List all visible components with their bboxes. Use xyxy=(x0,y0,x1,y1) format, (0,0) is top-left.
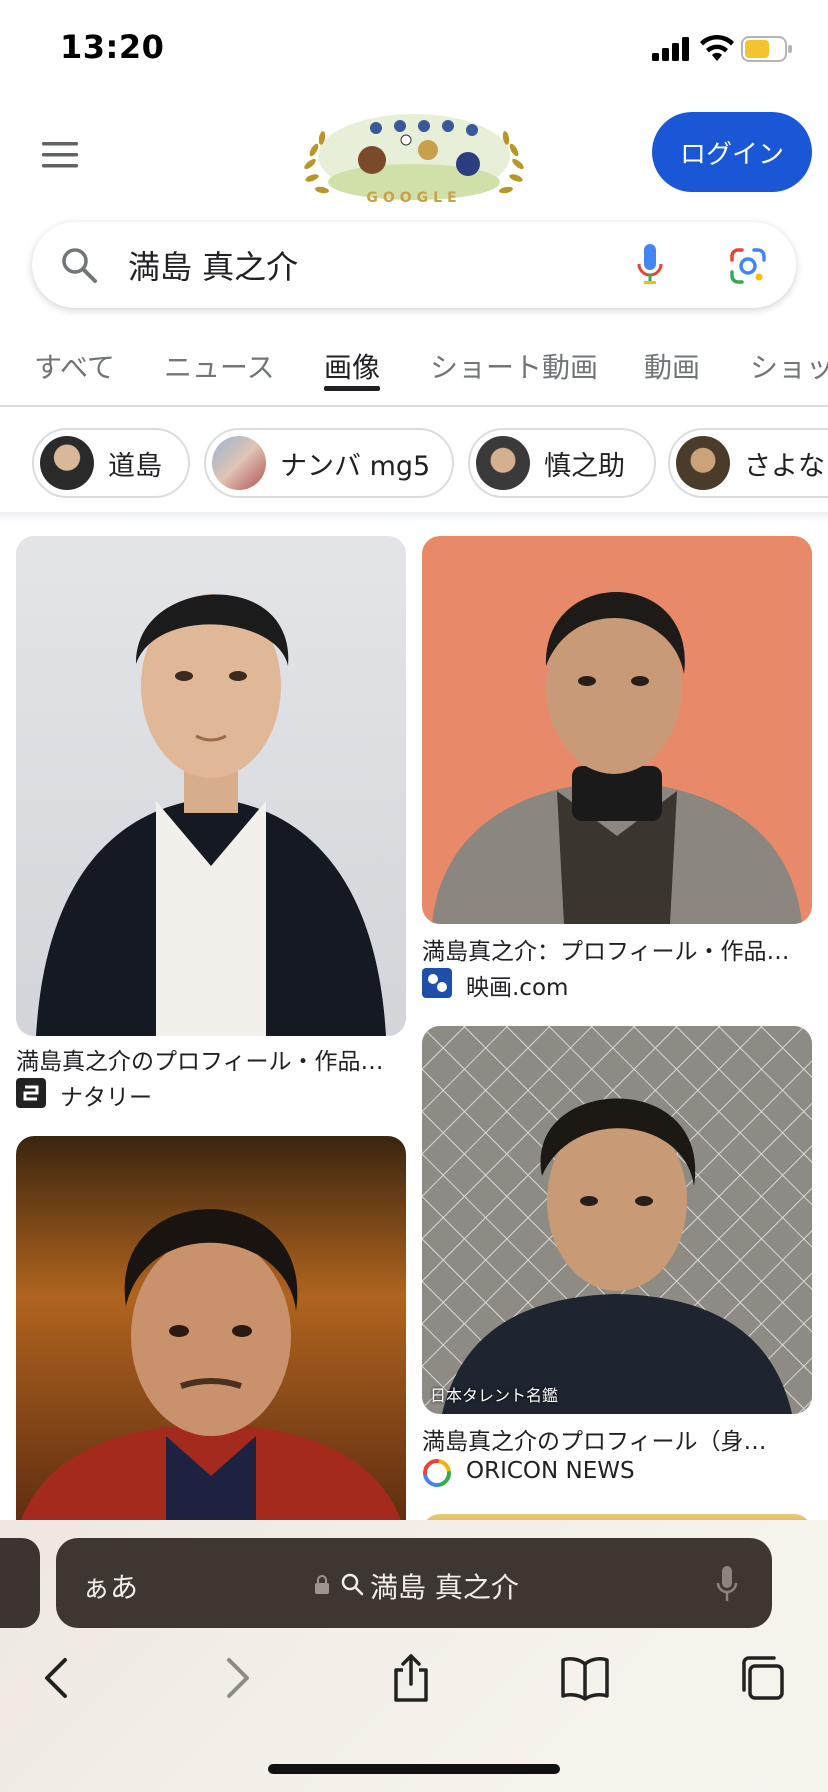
tab-shopping[interactable]: ショッ xyxy=(750,346,828,386)
google-lens-icon[interactable] xyxy=(728,246,768,286)
battery-icon xyxy=(741,36,792,62)
wifi-icon xyxy=(700,34,734,61)
portrait-image xyxy=(16,1209,406,1536)
eiga-com-favicon xyxy=(422,968,452,998)
result-source: ORICON NEWS xyxy=(466,1458,635,1484)
image-watermark: 日本タレント名鑑 xyxy=(430,1386,559,1405)
image-result-2[interactable] xyxy=(422,536,812,924)
url-text[interactable]: 満島 真之介 xyxy=(370,1566,519,1606)
chips-divider xyxy=(0,512,828,522)
result-caption[interactable]: 満島真之介のプロフィール（身… xyxy=(422,1422,812,1456)
chip-nanba-mg5[interactable]: ナンバ mg5 xyxy=(204,428,454,498)
portrait-image xyxy=(422,1026,812,1414)
home-indicator xyxy=(268,1764,560,1774)
chip-label: さよな xyxy=(744,450,825,482)
chip-avatar xyxy=(476,436,530,490)
chip-label: 道島 xyxy=(108,450,162,482)
active-tab-indicator xyxy=(324,386,380,391)
result-source: 映画.com xyxy=(466,975,569,1001)
result-caption[interactable]: 満島真之介のプロフィール・作品… xyxy=(16,1042,406,1076)
lock-icon xyxy=(315,1575,329,1594)
tab-all[interactable]: すべて xyxy=(34,346,115,386)
chip-shinnosuke[interactable]: 慎之助 xyxy=(468,428,656,498)
text-size-button[interactable]: ぁあ xyxy=(82,1566,138,1606)
microphone-icon[interactable] xyxy=(716,1566,738,1604)
chip-sayonara[interactable]: さよな xyxy=(668,428,828,498)
tab-news[interactable]: ニュース xyxy=(164,346,275,386)
chip-michishima[interactable]: 道島 xyxy=(32,428,190,498)
hamburger-menu-icon[interactable] xyxy=(40,140,80,170)
chip-avatar xyxy=(40,436,94,490)
bookmarks-icon[interactable] xyxy=(560,1652,610,1704)
chip-avatar xyxy=(212,436,266,490)
portrait-image xyxy=(36,594,386,1036)
svg-text:GOOGLE: GOOGLE xyxy=(366,190,461,206)
portrait-image xyxy=(432,591,802,924)
google-doodle-logo[interactable]: GOOGLE xyxy=(298,110,530,206)
chip-avatar xyxy=(676,436,730,490)
previous-tab-preview[interactable] xyxy=(0,1538,40,1628)
back-arrow-icon[interactable] xyxy=(32,1652,82,1704)
result-source: ナタリー xyxy=(60,1085,152,1111)
status-time: 13:20 xyxy=(60,28,165,66)
share-icon[interactable] xyxy=(386,1652,436,1704)
natalie-favicon xyxy=(16,1078,46,1108)
login-button[interactable]: ログイン xyxy=(652,112,812,192)
forward-arrow-icon[interactable] xyxy=(212,1652,262,1704)
voice-search-icon[interactable] xyxy=(636,244,664,286)
oricon-favicon xyxy=(423,1459,451,1487)
search-icon xyxy=(341,1573,364,1596)
result-caption[interactable]: 満島真之介：プロフィール・作品… xyxy=(422,932,812,966)
image-result-1[interactable] xyxy=(16,536,406,1036)
search-icon xyxy=(62,248,97,283)
tab-images[interactable]: 画像 xyxy=(324,346,380,386)
image-result-3[interactable] xyxy=(16,1136,406,1536)
chip-label: ナンバ mg5 xyxy=(280,450,431,482)
tab-videos[interactable]: 動画 xyxy=(644,346,700,386)
image-result-4[interactable]: 日本タレント名鑑 xyxy=(422,1026,812,1414)
tabs-divider xyxy=(0,405,828,407)
tabs-icon[interactable] xyxy=(736,1652,786,1704)
cellular-signal-icon xyxy=(652,37,689,61)
chip-label: 慎之助 xyxy=(544,450,625,482)
search-query-text[interactable]: 満島 真之介 xyxy=(128,242,298,288)
tab-short-videos[interactable]: ショート動画 xyxy=(430,346,598,386)
